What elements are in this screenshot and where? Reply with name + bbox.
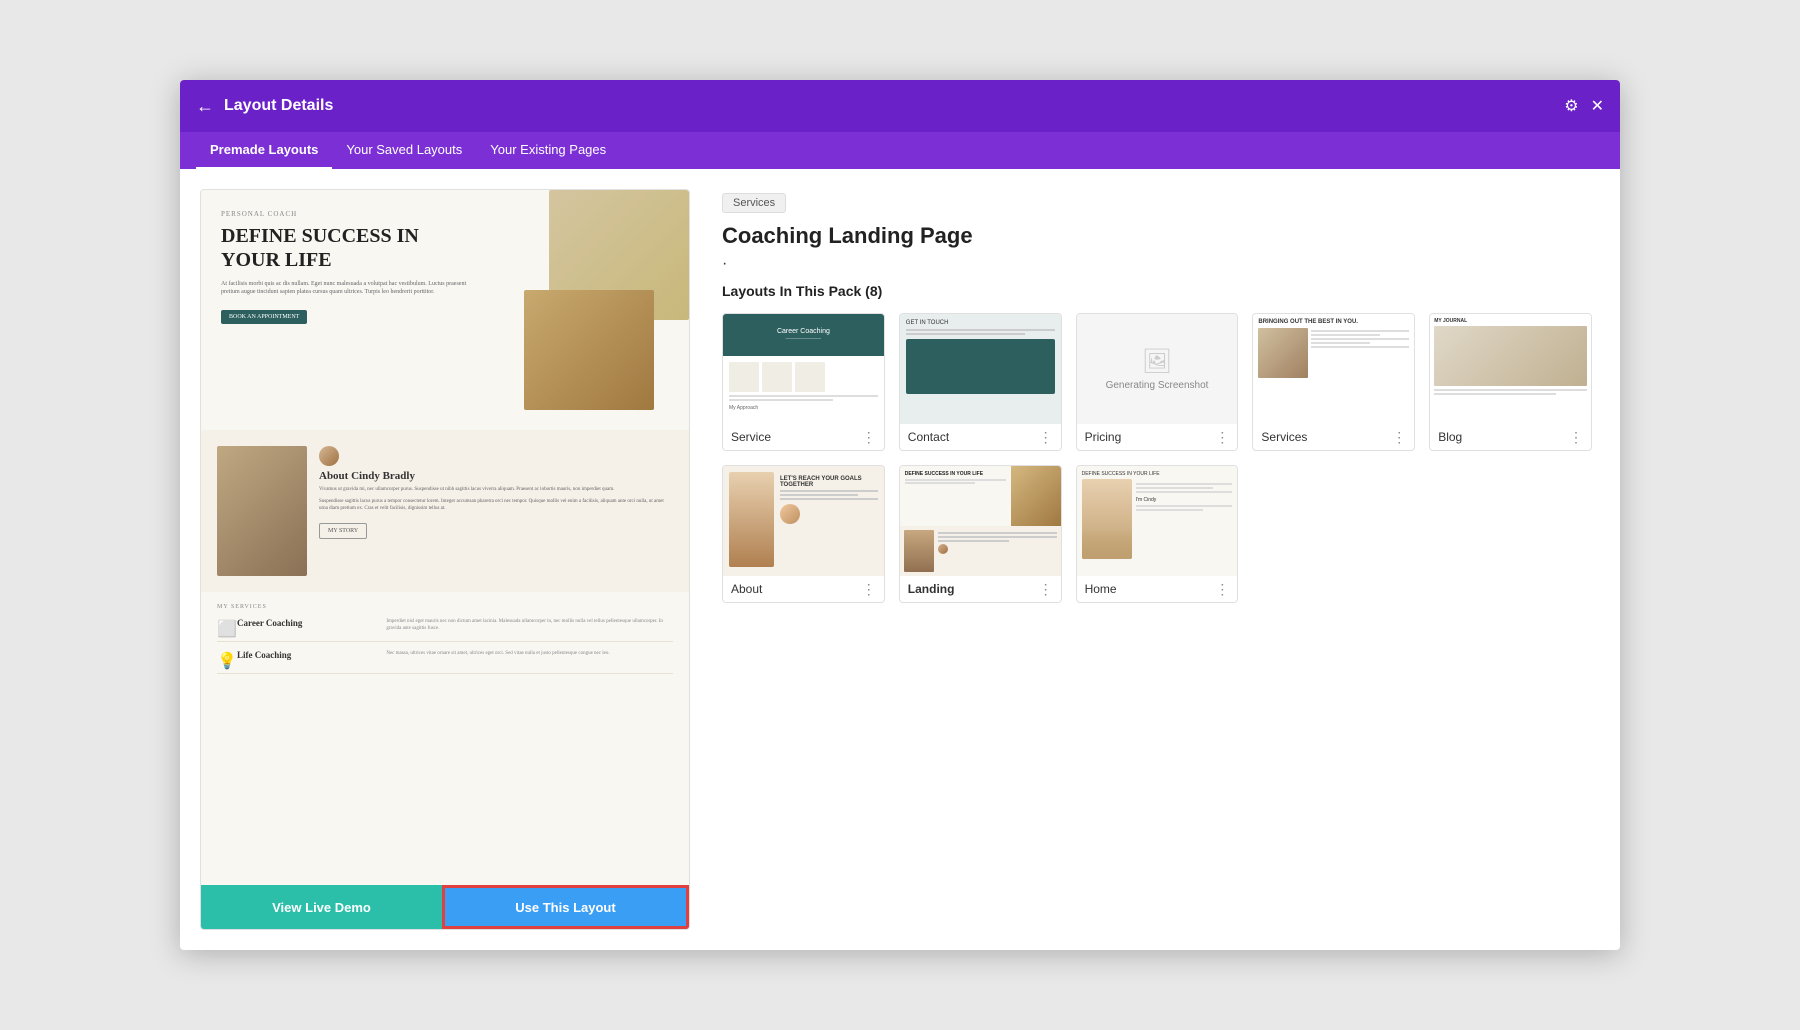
layouts-grid: Career Coaching────────── My Approach xyxy=(722,313,1592,603)
layout-thumb-about: LET'S REACH YOUR GOALS TOGETHER xyxy=(723,466,884,576)
site-about: About Cindy Bradly Vivamus ut gravida mi… xyxy=(201,430,689,592)
about-avatar xyxy=(319,446,339,466)
layout-thumb-home: DEFINE SUCCESS IN YOUR LIFE I'm Cindy xyxy=(1077,466,1238,576)
generating-text: Generating Screenshot xyxy=(1106,380,1209,391)
site-hero: PERSONAL COACH DEFINE SUCCESS IN YOUR LI… xyxy=(201,190,689,430)
coach-label: PERSONAL COACH xyxy=(221,210,469,218)
modal-title: Layout Details xyxy=(224,97,333,115)
layout-footer-contact: Contact ⋮ xyxy=(900,424,1061,450)
service-name-career: Career Coaching xyxy=(237,618,380,628)
layout-menu-service[interactable]: ⋮ xyxy=(862,430,876,444)
layout-footer-landing: Landing ⋮ xyxy=(900,576,1061,602)
preview-buttons: View Live Demo Use This Layout xyxy=(201,885,689,929)
layout-card-contact[interactable]: GET IN TOUCH Contact ⋮ xyxy=(899,313,1062,451)
service-desc-career: Imperdiet nisl eget mauris nec non dictu… xyxy=(386,618,673,632)
layout-thumb-landing: DEFINE SUCCESS IN YOUR LIFE xyxy=(900,466,1061,576)
about-text: Vivamus ut gravida mi, nec ullamcorper p… xyxy=(319,486,673,494)
content-area: PERSONAL COACH DEFINE SUCCESS IN YOUR LI… xyxy=(180,169,1620,950)
layout-name-blog: Blog xyxy=(1438,430,1462,444)
tab-saved-layouts[interactable]: Your Saved Layouts xyxy=(332,132,476,169)
layout-card-services[interactable]: BRINGING OUT THE BEST IN YOU. xyxy=(1252,313,1415,451)
layout-menu-pricing[interactable]: ⋮ xyxy=(1215,430,1229,444)
layout-details-modal: ← Layout Details ⚙ ✕ Premade Layouts You… xyxy=(180,80,1620,950)
layout-footer-about: About ⋮ xyxy=(723,576,884,602)
layout-name-about: About xyxy=(731,582,762,596)
about-name: About Cindy Bradly xyxy=(319,470,673,482)
preview-scroll: PERSONAL COACH DEFINE SUCCESS IN YOUR LI… xyxy=(201,190,689,885)
services-label: MY SERVICES xyxy=(217,604,673,610)
site-services: MY SERVICES ⬜ Career Coaching Imperdiet … xyxy=(201,592,689,694)
layout-card-landing[interactable]: DEFINE SUCCESS IN YOUR LIFE xyxy=(899,465,1062,603)
layout-footer-pricing: Pricing ⋮ xyxy=(1077,424,1238,450)
layout-thumb-service: Career Coaching────────── My Approach xyxy=(723,314,884,424)
pack-title: Coaching Landing Page xyxy=(722,223,1592,249)
layout-menu-home[interactable]: ⋮ xyxy=(1215,582,1229,596)
layout-name-contact: Contact xyxy=(908,430,949,444)
layout-footer-services: Services ⋮ xyxy=(1253,424,1414,450)
layout-footer-service: Service ⋮ xyxy=(723,424,884,450)
layouts-label: Layouts In This Pack (8) xyxy=(722,283,1592,299)
detail-panel: Services Coaching Landing Page · Layouts… xyxy=(714,189,1600,930)
layout-menu-contact[interactable]: ⋮ xyxy=(1039,430,1053,444)
hero-body-text: At facilisis morbi quis ac dis nullam. E… xyxy=(221,280,469,297)
service-item-life: 💡 Life Coaching Nec massa, ultrices vita… xyxy=(217,650,673,674)
career-icon: ⬜ xyxy=(217,619,231,633)
header-left: ← Layout Details xyxy=(196,96,333,117)
layout-thumb-pricing: 🖼 Generating Screenshot xyxy=(1077,314,1238,424)
layout-name-service: Service xyxy=(731,430,771,444)
layout-card-home[interactable]: DEFINE SUCCESS IN YOUR LIFE I'm Cindy xyxy=(1076,465,1239,603)
site-preview: PERSONAL COACH DEFINE SUCCESS IN YOUR LI… xyxy=(201,190,689,694)
layout-menu-services[interactable]: ⋮ xyxy=(1392,430,1406,444)
use-layout-button[interactable]: Use This Layout xyxy=(442,885,689,929)
placeholder-icon: 🖼 xyxy=(1106,347,1209,376)
layout-name-pricing: Pricing xyxy=(1085,430,1122,444)
tab-premade-layouts[interactable]: Premade Layouts xyxy=(196,132,332,169)
layout-card-blog[interactable]: MY JOURNAL Blog ⋮ xyxy=(1429,313,1592,451)
close-icon[interactable]: ✕ xyxy=(1591,96,1604,116)
about-content: About Cindy Bradly Vivamus ut gravida mi… xyxy=(319,446,673,576)
hero-images xyxy=(489,190,689,430)
layout-menu-landing[interactable]: ⋮ xyxy=(1039,582,1053,596)
layout-menu-blog[interactable]: ⋮ xyxy=(1569,430,1583,444)
back-button[interactable]: ← xyxy=(196,96,214,117)
layout-footer-blog: Blog ⋮ xyxy=(1430,424,1591,450)
hero-image-blocks xyxy=(524,290,654,410)
service-desc-life: Nec massa, ultrices vitae ornare sit ame… xyxy=(386,650,673,657)
my-story-button[interactable]: MY STORY xyxy=(319,523,367,539)
service-item-career: ⬜ Career Coaching Imperdiet nisl eget ma… xyxy=(217,618,673,642)
layout-footer-home: Home ⋮ xyxy=(1077,576,1238,602)
preview-panel: PERSONAL COACH DEFINE SUCCESS IN YOUR LI… xyxy=(200,189,690,930)
layout-name-home: Home xyxy=(1085,582,1117,596)
layout-card-about[interactable]: LET'S REACH YOUR GOALS TOGETHER About ⋮ xyxy=(722,465,885,603)
pack-dot: · xyxy=(722,255,1592,273)
modal-header: ← Layout Details ⚙ ✕ xyxy=(180,80,1620,132)
about-image xyxy=(217,446,307,576)
view-demo-button[interactable]: View Live Demo xyxy=(201,885,442,929)
site-headline: DEFINE SUCCESS IN YOUR LIFE xyxy=(221,224,469,272)
category-badge: Services xyxy=(722,193,786,213)
layout-menu-about[interactable]: ⋮ xyxy=(862,582,876,596)
layout-thumb-contact: GET IN TOUCH xyxy=(900,314,1061,424)
layout-name-landing: Landing xyxy=(908,582,955,596)
layout-thumb-blog: MY JOURNAL xyxy=(1430,314,1591,424)
life-icon: 💡 xyxy=(217,651,231,665)
layout-thumb-services: BRINGING OUT THE BEST IN YOU. xyxy=(1253,314,1414,424)
header-right: ⚙ ✕ xyxy=(1564,96,1604,116)
layout-name-services: Services xyxy=(1261,430,1307,444)
site-hero-text: PERSONAL COACH DEFINE SUCCESS IN YOUR LI… xyxy=(201,190,489,430)
generating-screenshot: 🖼 Generating Screenshot xyxy=(1077,314,1238,424)
service-name-life: Life Coaching xyxy=(237,650,380,660)
tabs-bar: Premade Layouts Your Saved Layouts Your … xyxy=(180,132,1620,169)
layout-card-service[interactable]: Career Coaching────────── My Approach xyxy=(722,313,885,451)
about-text-2: Suspendisse sagittis lacus purus a tempo… xyxy=(319,498,673,513)
hero-cta-button[interactable]: BOOK AN APPOINTMENT xyxy=(221,310,307,324)
layout-card-pricing[interactable]: 🖼 Generating Screenshot Pricing ⋮ xyxy=(1076,313,1239,451)
settings-icon[interactable]: ⚙ xyxy=(1564,96,1578,116)
tab-existing-pages[interactable]: Your Existing Pages xyxy=(476,132,620,169)
